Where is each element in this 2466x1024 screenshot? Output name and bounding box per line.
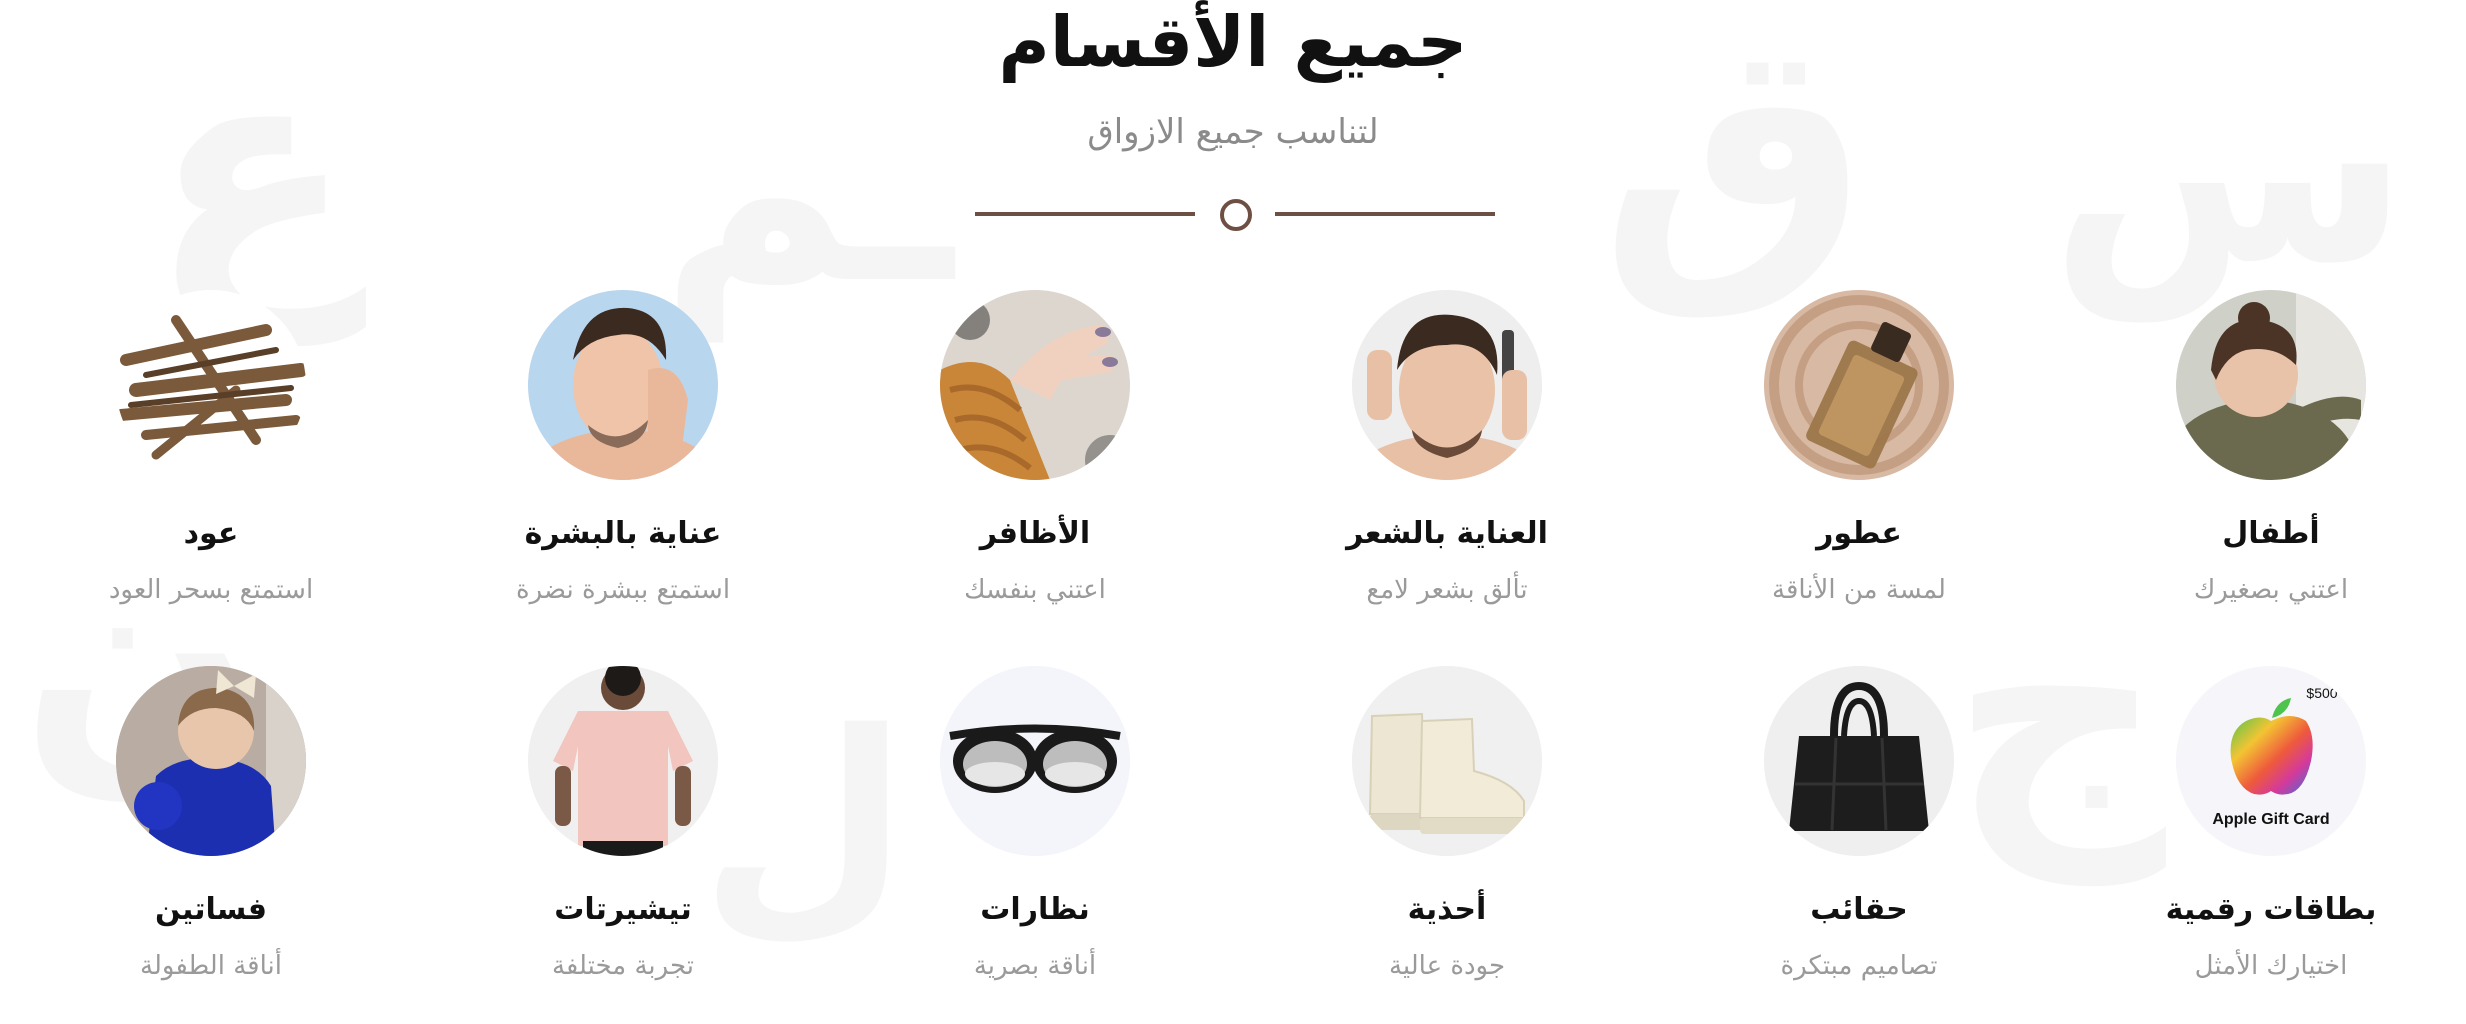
- category-name: عناية بالبشرة: [524, 516, 722, 551]
- divider-line-left: [975, 212, 1195, 216]
- man-combing-hair-photo-icon[interactable]: [1352, 290, 1542, 480]
- page-title: جميع الأقسام: [998, 1, 1468, 83]
- apple-gift-card-photo-icon[interactable]: $500 Apple Gift Card: [2176, 666, 2366, 856]
- category-card-skin-care[interactable]: عناية بالبشرة استمتع ببشرة نضرة: [458, 290, 788, 620]
- category-name: عطور: [1816, 516, 1902, 551]
- category-card-glasses[interactable]: نظارات أناقة بصرية: [870, 666, 1200, 996]
- category-card-digital-cards[interactable]: $500 Apple Gift Card بطاقات رقمية اختيار…: [2106, 666, 2436, 996]
- category-name: أطفال: [2222, 516, 2320, 551]
- category-description: استمتع ببشرة نضرة: [515, 575, 731, 605]
- category-name: العناية بالشعر: [1346, 516, 1548, 551]
- category-description: تألق بشعر لامع: [1366, 575, 1528, 605]
- category-name: نظارات: [980, 892, 1090, 927]
- category-description: أناقة الطفولة: [140, 951, 282, 981]
- category-name: بطاقات رقمية: [2165, 892, 2377, 927]
- cream-boots-photo-icon[interactable]: [1352, 666, 1542, 856]
- category-card-bags[interactable]: حقائب تصاميم مبتكرة: [1694, 666, 2024, 996]
- category-card-oud[interactable]: عود استمتع بسحر العود: [46, 290, 376, 620]
- child-photo-icon[interactable]: [2176, 290, 2366, 480]
- sunglasses-photo-icon[interactable]: [940, 666, 1130, 856]
- category-name: الأظافر: [979, 516, 1091, 551]
- category-description: اعتني بصغيرك: [2193, 575, 2349, 605]
- perfume-bottle-photo-icon[interactable]: [1764, 290, 1954, 480]
- girl-blue-dress-photo-icon[interactable]: [116, 666, 306, 856]
- man-skincare-photo-icon[interactable]: [528, 290, 718, 480]
- category-description: اختيارك الأمثل: [2194, 951, 2348, 981]
- divider-circle: [1220, 199, 1252, 231]
- categories-grid: أطفال اعتني بصغيرك عطور لمسة من الأناقة: [0, 290, 2466, 1010]
- category-name: أحذية: [1407, 892, 1487, 927]
- pink-tshirt-photo-icon[interactable]: [528, 666, 718, 856]
- gift-card-amount: $500: [2306, 685, 2337, 701]
- category-card-nails[interactable]: الأظافر اعتني بنفسك: [870, 290, 1200, 620]
- category-card-perfumes[interactable]: عطور لمسة من الأناقة: [1694, 290, 2024, 620]
- category-description: أناقة بصرية: [973, 951, 1097, 981]
- category-description: لمسة من الأناقة: [1772, 575, 1946, 605]
- category-description: اعتني بنفسك: [964, 575, 1106, 605]
- category-card-tshirts[interactable]: تيشيرتات تجربة مختلفة: [458, 666, 788, 996]
- category-card-shoes[interactable]: أحذية جودة عالية: [1282, 666, 1612, 996]
- category-card-hair-care[interactable]: العناية بالشعر تألق بشعر لامع: [1282, 290, 1612, 620]
- categories-page: ع ـم ق س ن ج ل جميع الأقسام لتناسب جميع …: [0, 0, 2466, 1024]
- category-card-dresses[interactable]: فساتين أناقة الطفولة: [46, 666, 376, 996]
- category-card-kids[interactable]: أطفال اعتني بصغيرك: [2106, 290, 2436, 620]
- category-name: عود: [183, 516, 239, 551]
- category-name: تيشيرتات: [554, 892, 692, 927]
- painted-nails-photo-icon[interactable]: [940, 290, 1130, 480]
- category-description: تصاميم مبتكرة: [1780, 951, 1938, 981]
- oud-wood-photo-icon[interactable]: [116, 290, 306, 480]
- title-divider: [975, 196, 1495, 232]
- category-name: حقائب: [1810, 892, 1908, 927]
- category-name: فساتين: [155, 892, 267, 927]
- divider-line-right: [1275, 212, 1495, 216]
- gift-card-label: Apple Gift Card: [2212, 811, 2329, 828]
- category-description: استمتع بسحر العود: [108, 575, 314, 605]
- black-bag-photo-icon[interactable]: [1764, 666, 1954, 856]
- category-description: تجربة مختلفة: [551, 951, 695, 981]
- page-subtitle: لتناسب جميع الازواق: [1087, 112, 1379, 152]
- category-description: جودة عالية: [1388, 951, 1506, 981]
